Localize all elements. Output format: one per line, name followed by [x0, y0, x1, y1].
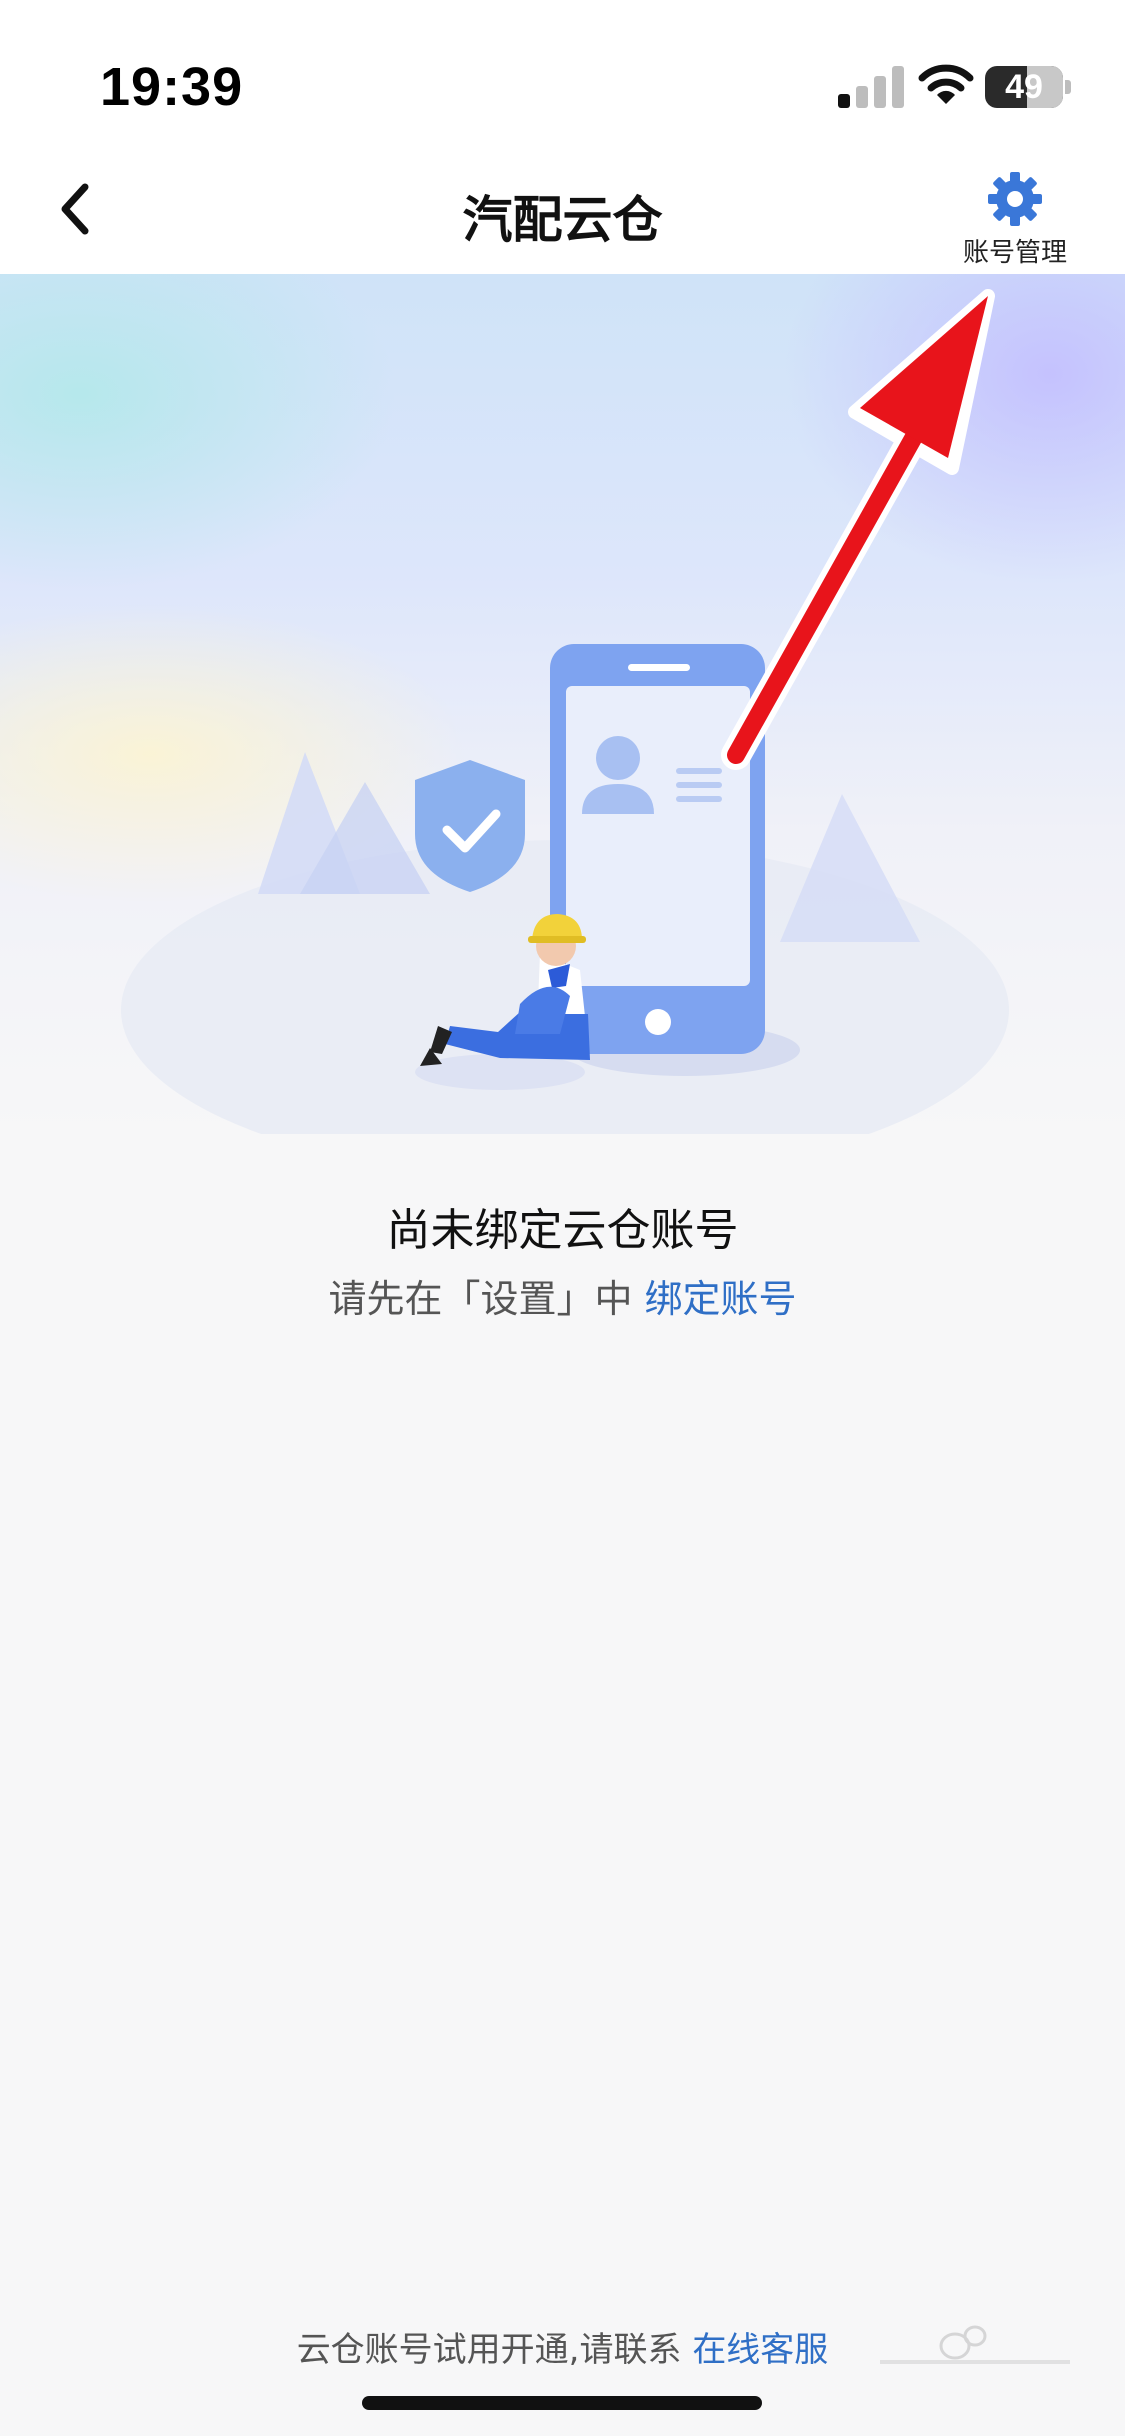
battery-tip	[1065, 80, 1071, 94]
online-support-link[interactable]: 在线客服	[692, 2330, 828, 2370]
battery-level: 49	[1005, 68, 1043, 106]
nav-bar: 汽配云仓 账号管理	[0, 150, 1125, 274]
footer-contact-text: 云仓账号试用开通,请联系	[296, 2330, 693, 2370]
status-bar: 19:39 49	[0, 0, 1125, 150]
battery-icon: 49	[985, 66, 1063, 108]
unbound-account-illustration	[121, 644, 1009, 1134]
home-indicator	[362, 2396, 762, 2410]
empty-state-hint-text: 请先在「设置」中	[328, 1277, 645, 1321]
empty-state-hint: 请先在「设置」中 绑定账号	[0, 1268, 1125, 1323]
hero-banner	[0, 274, 1125, 1134]
wifi-icon	[918, 64, 974, 104]
watermark-logo	[880, 2325, 1070, 2364]
gear-icon	[988, 172, 1042, 226]
account-management-label: 账号管理	[962, 238, 1067, 268]
cellular-signal-icon	[838, 66, 904, 108]
empty-state-title: 尚未绑定云仓账号	[386, 1205, 739, 1256]
account-management-button[interactable]: 账号管理	[940, 170, 1090, 270]
status-time: 19:39	[100, 57, 244, 117]
bind-account-link[interactable]: 绑定账号	[645, 1277, 797, 1321]
